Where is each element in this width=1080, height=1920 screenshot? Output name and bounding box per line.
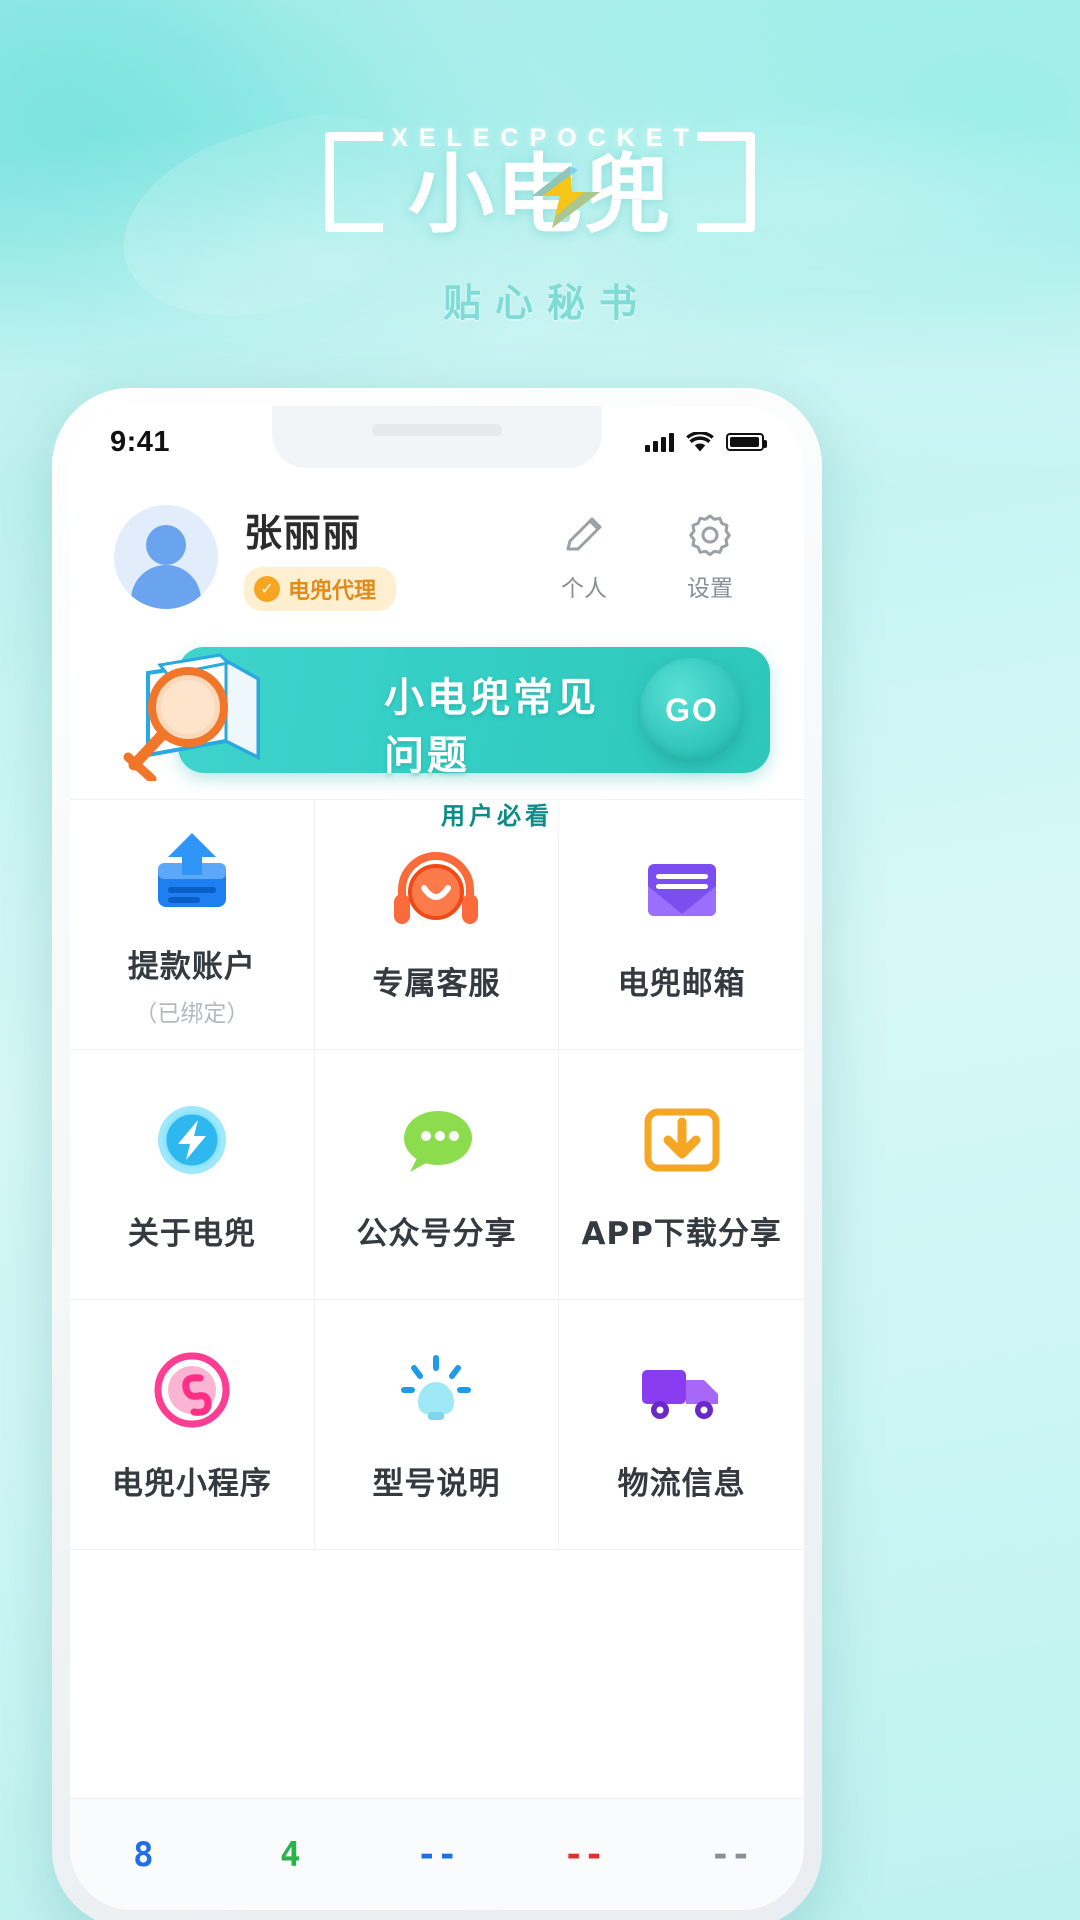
banner-go-button[interactable]: GO: [640, 658, 744, 762]
delivery-truck-icon: [634, 1338, 730, 1442]
faq-banner[interactable]: 小电兜常见问题 用户必看 GO: [104, 639, 770, 833]
user-avatar-icon[interactable]: [114, 504, 218, 609]
user-name: 张丽丽: [244, 511, 362, 555]
grid-item-customer-service[interactable]: 专属客服: [314, 800, 560, 1050]
status-badge: ✓ 电兜代理: [244, 567, 397, 611]
bottom-tab-bar: 8 4 -- -- --: [70, 1798, 804, 1910]
profile-actions: 个人 设置: [544, 511, 760, 603]
mail-envelope-icon: [634, 838, 730, 942]
brand-logo-area: XELECPOCKET 小电兜 贴心秘书: [0, 120, 1080, 327]
tab-item-1[interactable]: 8: [70, 1835, 217, 1875]
phone-mockup: 9:41 张丽丽 ✓ 电兜代理 个人 设置 小电兜常见问题 用户必看 GO 提款…: [52, 388, 822, 1920]
grid-label: 电兜邮箱: [617, 966, 746, 1002]
status-time: 9:41: [110, 425, 171, 458]
profile-edit-label: 个人: [561, 575, 607, 602]
about-bolt-icon: [144, 1088, 240, 1192]
grid-item-mailbox[interactable]: 电兜邮箱: [559, 800, 804, 1050]
brand-tagline: 贴心秘书: [442, 283, 651, 325]
lightbulb-model-icon: [388, 1338, 484, 1442]
grid-label: 型号说明: [372, 1466, 501, 1502]
settings-button[interactable]: 设置: [670, 511, 750, 603]
grid-item-withdraw-account[interactable]: 提款账户 （已绑定）: [70, 800, 315, 1050]
wifi-icon: [686, 431, 714, 451]
grid-label: 公众号分享: [356, 1216, 517, 1252]
phone-screen: 9:41 张丽丽 ✓ 电兜代理 个人 设置 小电兜常见问题 用户必看 GO 提款…: [70, 406, 804, 1910]
status-bar: 9:41: [70, 406, 804, 478]
grid-label: 专属客服: [372, 966, 501, 1002]
lightning-bolt-icon: [532, 166, 600, 228]
brand-logo: XELECPOCKET 小电兜: [325, 120, 755, 248]
banner-text-block: 小电兜常见问题 用户必看: [384, 665, 610, 833]
banner-title: 小电兜常见问题: [384, 675, 599, 779]
tab-item-4[interactable]: --: [510, 1835, 657, 1875]
grid-label: APP下载分享: [581, 1216, 782, 1252]
wechat-chat-icon: [388, 1088, 484, 1192]
tab-item-3[interactable]: --: [364, 1835, 511, 1875]
magnifier-book-icon: [123, 653, 260, 781]
cellular-signal-icon: [645, 432, 674, 452]
status-indicators: [645, 431, 767, 453]
banner-subtitle-pill: 用户必看: [384, 793, 610, 833]
grid-item-mini-program[interactable]: 电兜小程序: [70, 1300, 315, 1550]
gear-settings-icon: [689, 514, 731, 556]
profile-header: 张丽丽 ✓ 电兜代理 个人 设置: [70, 478, 804, 629]
app-download-icon: [634, 1088, 730, 1192]
withdraw-account-icon: [144, 821, 240, 925]
grid-item-about[interactable]: 关于电兜: [70, 1050, 315, 1300]
grid-label: 电兜小程序: [111, 1466, 272, 1502]
grid-item-model-info[interactable]: 型号说明: [314, 1300, 560, 1550]
grid-label: 物流信息: [617, 1466, 746, 1502]
grid-item-logistics[interactable]: 物流信息: [559, 1300, 804, 1550]
profile-edit-button[interactable]: 个人: [544, 511, 624, 603]
grid-label: 关于电兜: [127, 1216, 256, 1252]
pencil-edit-icon: [566, 517, 602, 550]
badge-label: 电兜代理: [288, 579, 377, 604]
tab-item-2[interactable]: 4: [217, 1835, 364, 1875]
grid-label: 提款账户: [127, 949, 256, 985]
profile-info: 张丽丽 ✓ 电兜代理: [244, 502, 544, 611]
grid-sub: （已绑定）: [134, 1001, 250, 1027]
headset-support-icon: [388, 838, 484, 942]
banner-subtitle: 用户必看: [441, 801, 553, 830]
settings-label: 设置: [687, 575, 733, 602]
feature-grid: 提款账户 （已绑定） 专属客服 电兜邮箱 关于电兜 公众号分享 APP下载分享 …: [70, 799, 804, 1550]
tab-item-5[interactable]: --: [657, 1835, 804, 1875]
verified-check-icon: ✓: [254, 576, 280, 602]
grid-item-app-download[interactable]: APP下载分享: [559, 1050, 804, 1300]
mini-program-icon: [144, 1338, 240, 1442]
battery-full-icon: [726, 433, 767, 451]
grid-item-wechat-share[interactable]: 公众号分享: [314, 1050, 560, 1300]
